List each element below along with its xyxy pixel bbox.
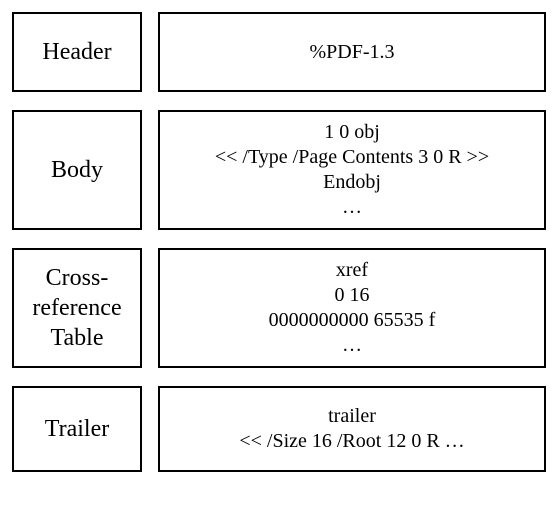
pdf-structure-diagram: Header %PDF-1.3 Body 1 0 obj << /Type /P… (12, 12, 544, 472)
content-line: … (342, 195, 362, 220)
content-line: Endobj (323, 170, 381, 195)
content-line: trailer (328, 404, 376, 429)
content-line: 0 16 (335, 283, 370, 308)
content-line: << /Type /Page Contents 3 0 R >> (215, 145, 489, 170)
content-line: … (342, 333, 362, 358)
label-text: Trailer (45, 414, 109, 444)
label-text: Header (42, 37, 111, 67)
content-line: 1 0 obj (324, 120, 380, 145)
content-line: << /Size 16 /Root 12 0 R … (239, 429, 464, 454)
section-content-trailer: trailer << /Size 16 /Root 12 0 R … (158, 386, 546, 472)
content-line: xref (336, 258, 368, 283)
section-content-xref: xref 0 16 0000000000 65535 f … (158, 248, 546, 368)
section-label-body: Body (12, 110, 142, 230)
content-line: 0000000000 65535 f (269, 308, 436, 333)
label-text: Body (51, 155, 103, 185)
label-text: Cross-reference Table (20, 263, 134, 353)
section-label-trailer: Trailer (12, 386, 142, 472)
section-content-body: 1 0 obj << /Type /Page Contents 3 0 R >>… (158, 110, 546, 230)
section-label-xref: Cross-reference Table (12, 248, 142, 368)
section-label-header: Header (12, 12, 142, 92)
content-line: %PDF-1.3 (309, 40, 394, 65)
section-content-header: %PDF-1.3 (158, 12, 546, 92)
